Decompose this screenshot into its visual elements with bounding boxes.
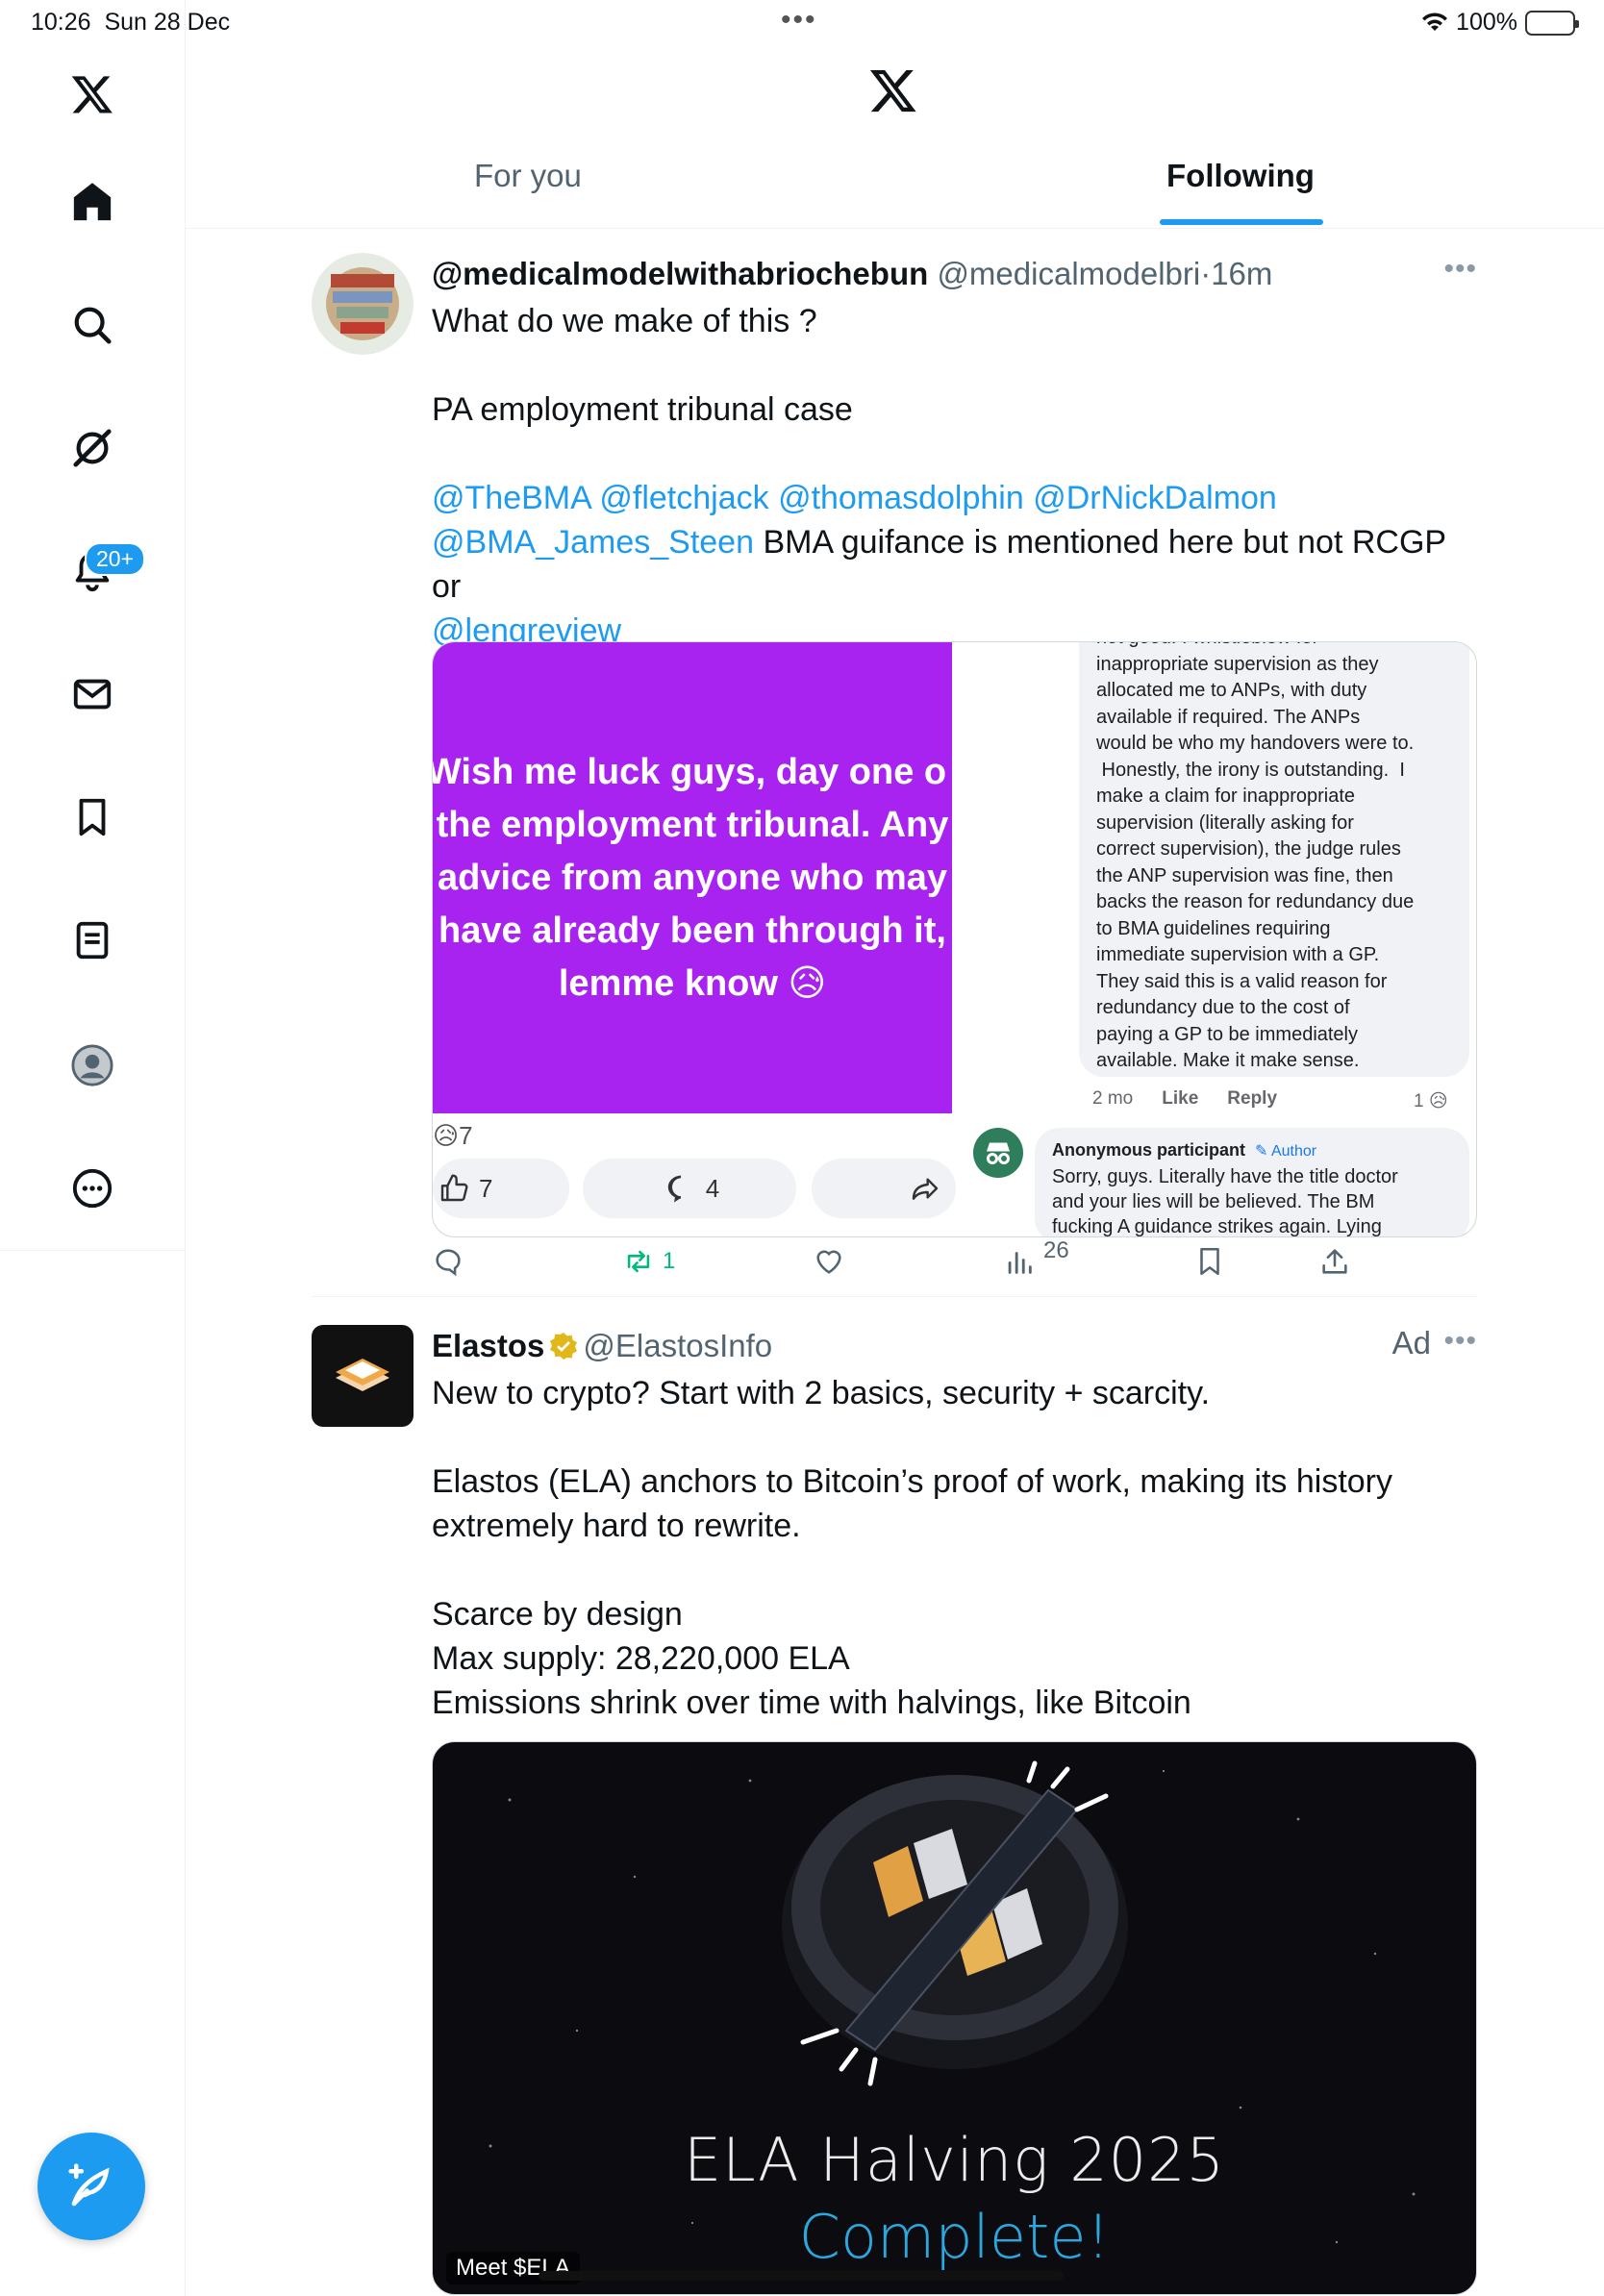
author-handle[interactable]: @ElastosInfo bbox=[583, 1328, 772, 1363]
embedded-like-pill: 7 bbox=[433, 1159, 569, 1218]
x-logo-icon[interactable] bbox=[62, 63, 123, 125]
profile-avatar-icon[interactable] bbox=[62, 1035, 123, 1096]
more-options-icon[interactable] bbox=[62, 1158, 123, 1219]
mention-link[interactable]: @TheBMA bbox=[432, 480, 590, 516]
ad-image-subtitle: Complete! bbox=[798, 2202, 1111, 2272]
views-chart-icon bbox=[1008, 1252, 1032, 1274]
post-text: What do we make of this ? PA employment … bbox=[432, 303, 1446, 649]
repost-icon bbox=[627, 1250, 650, 1273]
mention-link[interactable]: @fletchjack bbox=[599, 480, 768, 516]
author-handle[interactable]: @medicalmodelbri bbox=[937, 256, 1200, 291]
x-logo-icon[interactable] bbox=[868, 65, 918, 115]
selected-tab-indicator bbox=[1160, 219, 1323, 225]
lists-icon[interactable] bbox=[62, 910, 123, 971]
post-header: @medicalmodelwithabriochebun @medicalmod… bbox=[432, 256, 1273, 291]
verified-badge-icon bbox=[550, 1333, 578, 1360]
bookmark-icon bbox=[1200, 1247, 1219, 1276]
share-upload-icon bbox=[1322, 1249, 1347, 1274]
views-button[interactable]: 26 bbox=[1003, 1237, 1069, 1278]
embedded-share-pill bbox=[812, 1159, 956, 1218]
mention-link[interactable]: @DrNickDalmon bbox=[1033, 480, 1277, 516]
tab-for-you[interactable]: For you bbox=[474, 158, 582, 194]
reaction-count: 😥7 bbox=[433, 1121, 473, 1150]
search-icon[interactable] bbox=[62, 294, 123, 356]
notification-badge: 20+ bbox=[85, 542, 146, 576]
bookmark-button[interactable] bbox=[1193, 1245, 1226, 1278]
heart-icon bbox=[816, 1250, 841, 1274]
home-indicator[interactable] bbox=[539, 2271, 1064, 2281]
post-text: New to crypto? Start with 2 basics, secu… bbox=[432, 1375, 1392, 1721]
sidebar-divider bbox=[0, 1250, 186, 1251]
repost-button[interactable]: 1 bbox=[622, 1245, 675, 1278]
elastos-logo-icon bbox=[336, 1359, 389, 1391]
mention-link[interactable]: @thomasdolphin bbox=[778, 480, 1024, 516]
home-icon[interactable] bbox=[62, 171, 123, 233]
battery-percent: 100% bbox=[1456, 9, 1517, 36]
post-divider bbox=[312, 1296, 1477, 1297]
ad-label: Ad bbox=[1391, 1325, 1431, 1360]
author-display-name[interactable]: @medicalmodelwithabriochebun bbox=[432, 256, 928, 291]
embedded-comment-reacts: 1 😥 bbox=[1414, 1091, 1448, 1111]
grok-icon[interactable] bbox=[62, 417, 123, 479]
ad-image-ela-halving[interactable]: ELA Halving 2025 Complete! Meet $ELA bbox=[432, 1741, 1477, 2295]
embedded-author-reply: Anonymous participant ✎ Author Sorry, guy… bbox=[1035, 1128, 1469, 1236]
messages-envelope-icon[interactable] bbox=[62, 663, 123, 725]
post-author-avatar[interactable] bbox=[312, 253, 414, 355]
wifi-icon bbox=[1422, 12, 1448, 31]
post-medicalmodel[interactable]: @medicalmodelwithabriochebun @medicalmod… bbox=[312, 253, 1477, 1296]
tab-following[interactable]: Following bbox=[1166, 158, 1315, 194]
embedded-comment-pill: 4 bbox=[583, 1159, 796, 1218]
like-button[interactable] bbox=[813, 1245, 845, 1278]
post-action-bar: 1 26 bbox=[432, 1237, 1355, 1289]
timeline-header: For you Following bbox=[186, 44, 1604, 229]
share-button[interactable] bbox=[1318, 1245, 1351, 1278]
post-more-icon[interactable]: ••• bbox=[1443, 253, 1477, 286]
ad-image-title: ELA Halving 2025 bbox=[683, 2125, 1225, 2195]
anonymous-avatar-icon bbox=[973, 1128, 1023, 1178]
share-arrow-icon bbox=[912, 1178, 939, 1200]
compose-post-button[interactable] bbox=[38, 2133, 145, 2240]
purple-status-post: Wish me luck guys, day one o the employm… bbox=[433, 642, 952, 1113]
battery-icon bbox=[1525, 10, 1579, 36]
multitask-dots[interactable]: ••• bbox=[781, 4, 817, 37]
status-bar: 10:26 Sun 28 Dec ••• 100% bbox=[0, 0, 1604, 44]
embedded-comment-meta: 2 mo Like Reply bbox=[1092, 1088, 1278, 1109]
post-image-screenshot[interactable]: Wish me luck guys, day one o the employm… bbox=[432, 641, 1477, 1237]
reply-button[interactable] bbox=[432, 1245, 464, 1278]
post-header: Elastos @ElastosInfo bbox=[432, 1325, 1477, 1367]
status-indicators: 100% bbox=[1421, 9, 1579, 37]
thumbs-up-icon bbox=[440, 1174, 468, 1202]
speech-bubble-icon bbox=[667, 1175, 681, 1203]
post-elastos-ad[interactable]: Elastos @ElastosInfo Ad ••• New to crypto… bbox=[312, 1325, 1477, 2296]
elastos-logo-avatar[interactable] bbox=[312, 1325, 414, 1427]
compose-feather-icon bbox=[68, 2163, 110, 2207]
post-time[interactable]: 16m bbox=[1211, 256, 1272, 291]
post-more-icon[interactable]: ••• bbox=[1443, 1325, 1477, 1358]
embedded-comment: not good. I whistleblew for inappropriat… bbox=[1079, 642, 1469, 1077]
reply-icon bbox=[436, 1249, 461, 1277]
bookmarks-icon[interactable] bbox=[62, 786, 123, 848]
sidebar: 20+ bbox=[0, 0, 186, 2296]
mention-link[interactable]: @BMA_James_Steen bbox=[432, 524, 754, 561]
author-display-name[interactable]: Elastos bbox=[432, 1328, 544, 1363]
